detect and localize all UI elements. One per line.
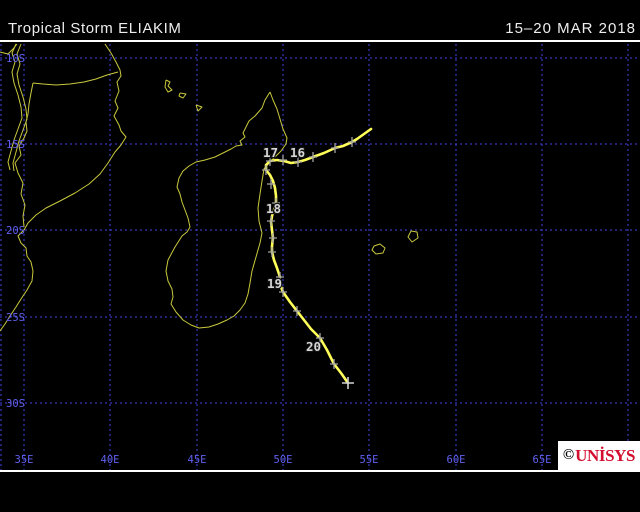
title-bar: Tropical Storm ELIAKIM 15–20 MAR 2018 [0, 0, 640, 42]
latitude-label: 20S [6, 225, 25, 237]
latitude-label: 25S [6, 312, 25, 324]
day-label: 19 [267, 276, 282, 291]
date-range: 15–20 MAR 2018 [505, 20, 636, 37]
unisys-logo: © UNİSYS [558, 441, 640, 470]
copyright-icon: © [562, 447, 575, 463]
track-position-marker [331, 143, 339, 153]
day-label: 20 [306, 339, 321, 354]
island-outline [407, 230, 419, 243]
longitude-label: 65E [533, 454, 552, 466]
coastline [32, 71, 119, 86]
map-canvas: 16 17 18 19 20 35E 40E 45E 50E 55E 60E 65E 10S 15S 20S… [0, 43, 640, 470]
map-bottom-border [0, 470, 640, 472]
latitude-label: 15S [6, 139, 25, 151]
track-position-marker [348, 137, 356, 147]
track-position-marker [309, 152, 317, 162]
grid-lines [0, 44, 640, 470]
day-label: 18 [266, 201, 281, 216]
longitude-label: 60E [447, 454, 466, 466]
latitude-label: 30S [6, 398, 25, 410]
storm-track-map-screenshot: 16 17 18 19 20 35E 40E 45E 50E 55E 60E 65E 10S 15S 20S… [0, 0, 640, 512]
coastlines [0, 43, 419, 332]
unisys-brand-text: UNİSYS [575, 446, 636, 465]
island-outline [178, 92, 187, 99]
longitude-label: 50E [274, 454, 293, 466]
storm-title: Tropical Storm ELIAKIM [8, 20, 182, 37]
coastline [0, 43, 127, 332]
longitude-label: 40E [101, 454, 120, 466]
track-position-marker [279, 155, 287, 165]
day-label: 16 [290, 145, 305, 160]
track-position-marker [269, 233, 277, 243]
island-outline [371, 243, 386, 255]
track-position-marker [267, 216, 275, 226]
latitude-label: 10S [6, 53, 25, 65]
longitude-label: 45E [188, 454, 207, 466]
day-label: 17 [263, 145, 278, 160]
track-position-marker [268, 247, 276, 257]
longitude-label: 55E [360, 454, 379, 466]
longitude-label: 35E [15, 454, 34, 466]
island-outline [164, 79, 173, 93]
